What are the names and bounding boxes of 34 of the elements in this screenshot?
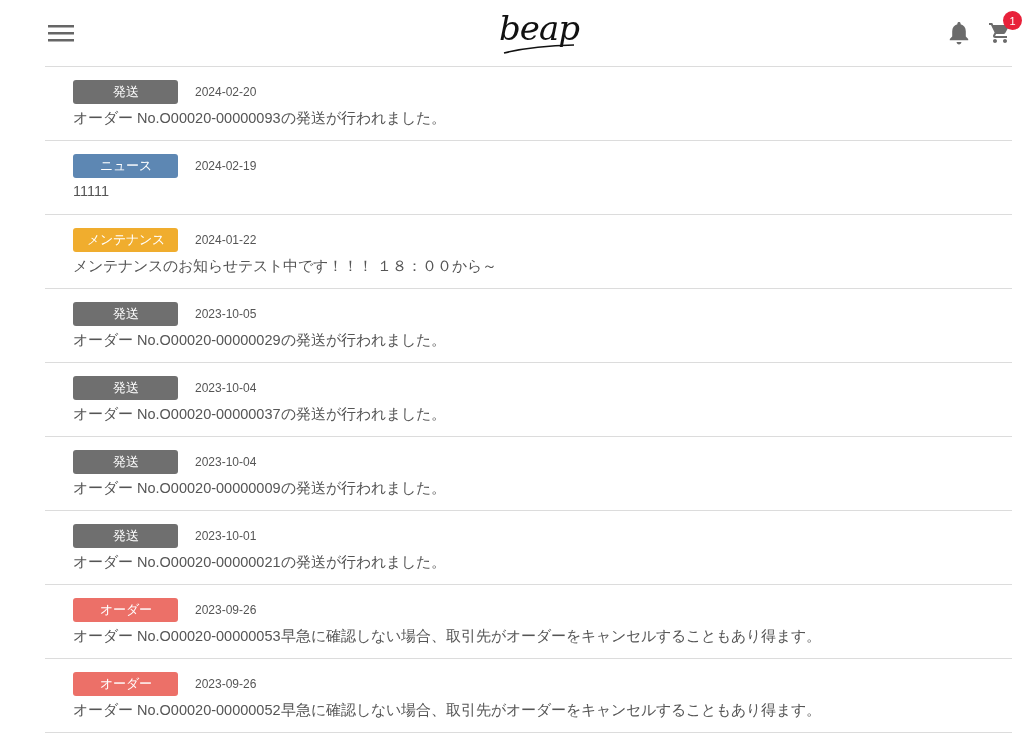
notice-message[interactable]: オーダー No.O00020-00000093の発送が行われました。	[73, 109, 1012, 128]
category-tag: オーダー	[73, 598, 178, 622]
cart-count-badge: 1	[1003, 11, 1022, 30]
notice-message[interactable]: オーダー No.O00020-00000029の発送が行われました。	[73, 331, 1012, 350]
notice-date: 2023-10-04	[195, 381, 257, 395]
notice-date: 2023-10-05	[195, 307, 257, 321]
category-tag: 発送	[73, 450, 178, 474]
notice-message[interactable]: 11111	[73, 183, 1012, 199]
notice-message[interactable]: オーダー No.O00020-00000037の発送が行われました。	[73, 405, 1012, 424]
category-tag: オーダー	[73, 672, 178, 696]
menu-button[interactable]	[48, 22, 74, 44]
notice-message[interactable]: オーダー No.O00020-00000009の発送が行われました。	[73, 479, 1012, 498]
notice-date: 2023-09-26	[195, 603, 257, 617]
cart-button[interactable]: 1	[988, 11, 1022, 45]
notice-message[interactable]: オーダー No.O00020-00000053早急に確認しない場合、取引先がオーダーをキャンセルすることもあり得ます。	[73, 627, 1012, 646]
notice-date: 2023-10-04	[195, 455, 257, 469]
category-tag: ニュース	[73, 154, 178, 178]
notice-date: 2024-02-20	[195, 85, 257, 99]
category-tag: 発送	[73, 80, 178, 104]
notice-date: 2023-09-26	[195, 677, 257, 691]
logo[interactable]: beap	[499, 12, 579, 54]
bell-icon	[948, 21, 970, 45]
category-tag: メンテナンス	[73, 228, 178, 252]
notice-date: 2023-10-01	[195, 529, 257, 543]
notice-message[interactable]: メンテナンスのお知らせテスト中です！！！ １８：００から～	[73, 257, 1012, 276]
menu-icon	[48, 22, 74, 44]
notice-message[interactable]: オーダー No.O00020-00000052早急に確認しない場合、取引先がオーダーをキャンセルすることもあり得ます。	[73, 701, 1012, 720]
notice-date: 2024-01-22	[195, 233, 257, 247]
category-tag: 発送	[73, 524, 178, 548]
notification-button[interactable]	[948, 21, 970, 45]
notice-message[interactable]: オーダー No.O00020-00000021の発送が行われました。	[73, 553, 1012, 572]
notice-date: 2024-02-19	[195, 159, 257, 173]
category-tag: 発送	[73, 376, 178, 400]
category-tag: 発送	[73, 302, 178, 326]
